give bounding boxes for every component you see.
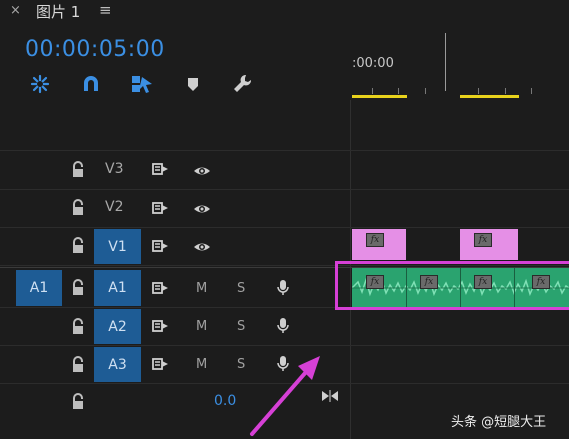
fx-badge: fx	[474, 233, 492, 247]
mute-button[interactable]: M	[196, 319, 207, 334]
track-target-a1[interactable]: A1	[94, 270, 141, 306]
solo-button[interactable]: S	[237, 281, 245, 296]
playhead-timecode[interactable]: 00:00:05:00	[25, 37, 165, 62]
ruler-tick	[478, 88, 479, 94]
sync-lock-icon[interactable]	[152, 280, 170, 300]
track-divider	[0, 189, 569, 190]
ruler-time-label: :00:00	[352, 56, 394, 71]
eye-icon[interactable]	[193, 201, 211, 221]
track-label-v2[interactable]: V2	[105, 199, 123, 215]
sync-lock-icon[interactable]	[152, 238, 170, 258]
track-target-a3[interactable]: A3	[94, 347, 141, 382]
ruler-tick	[505, 88, 506, 94]
playhead-line[interactable]	[445, 33, 446, 91]
microphone-icon[interactable]	[275, 317, 291, 339]
magnet-icon[interactable]	[78, 71, 104, 97]
lock-icon[interactable]	[70, 279, 86, 297]
track-divider	[0, 345, 569, 346]
fx-badge: fx	[366, 233, 384, 247]
watermark-text: 头条 @短腿大王	[451, 415, 547, 430]
master-volume-value[interactable]: 0.0	[214, 393, 236, 409]
video-clip[interactable]: fx	[352, 229, 406, 260]
eye-icon[interactable]	[193, 163, 211, 183]
source-patch-a1[interactable]: A1	[16, 270, 62, 306]
ruler-tick	[531, 88, 532, 94]
eye-icon[interactable]	[193, 239, 211, 259]
track-target-a2[interactable]: A2	[94, 309, 141, 344]
sync-lock-icon[interactable]	[152, 318, 170, 338]
track-divider	[0, 227, 569, 228]
mute-button[interactable]: M	[196, 357, 207, 372]
mute-button[interactable]: M	[196, 281, 207, 296]
lock-icon[interactable]	[70, 393, 86, 411]
panel-menu-icon[interactable]: ≡	[99, 1, 112, 19]
sync-lock-icon[interactable]	[152, 200, 170, 220]
wrench-icon[interactable]	[230, 71, 256, 97]
lock-icon[interactable]	[70, 199, 86, 217]
solo-button[interactable]: S	[237, 319, 245, 334]
sequence-tab-title[interactable]: 图片 1	[36, 1, 80, 22]
lock-icon[interactable]	[70, 237, 86, 255]
lock-icon[interactable]	[70, 356, 86, 374]
microphone-icon[interactable]	[275, 279, 291, 301]
work-area-bar	[460, 95, 519, 98]
sync-lock-icon[interactable]	[152, 356, 170, 376]
track-divider	[0, 150, 569, 151]
close-tab-button[interactable]: ×	[10, 3, 21, 18]
track-target-v1[interactable]: V1	[94, 229, 141, 264]
linked-selection-icon[interactable]	[129, 71, 155, 97]
annotation-arrow	[250, 356, 320, 436]
marker-icon[interactable]	[180, 71, 206, 97]
ruler-tick	[372, 88, 373, 94]
lock-icon[interactable]	[70, 318, 86, 336]
ruler-tick	[425, 88, 426, 94]
panel-tab-bar	[0, 0, 569, 22]
sync-lock-icon[interactable]	[152, 161, 170, 181]
ruler-tick	[398, 88, 399, 94]
highlight-box	[335, 261, 569, 310]
work-area-bar	[352, 95, 407, 98]
lock-icon[interactable]	[70, 161, 86, 179]
video-clip[interactable]: fx	[460, 229, 518, 260]
track-label-v3[interactable]: V3	[105, 161, 123, 177]
snap-insert-icon[interactable]	[27, 71, 53, 97]
